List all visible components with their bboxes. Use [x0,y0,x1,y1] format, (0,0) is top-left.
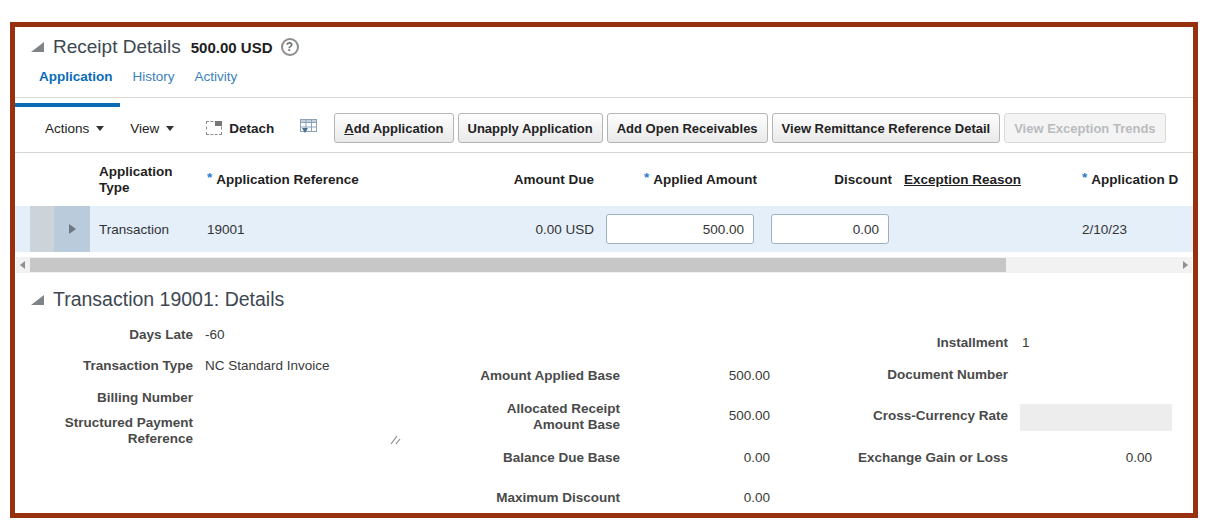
label-installment: Installment [828,335,1008,351]
applications-table: Application Type *Application Reference … [15,152,1193,252]
cell-application-date: 2/10/23 [1075,206,1193,252]
label-structured-payment-reference: Structured Payment Reference [31,415,193,447]
table-row[interactable]: Transaction 19001 0.00 USD 2/10/23 [15,206,1193,252]
cell-application-reference: 19001 [200,206,400,252]
page-title: Receipt Details [53,36,181,58]
value-exchange-gain-or-loss: 0.00 [1052,450,1152,466]
value-amount-applied-base: 500.00 [670,368,770,384]
label-exchange-gain-or-loss: Exchange Gain or Loss [828,450,1008,466]
value-days-late: -60 [205,327,225,343]
label-billing-number: Billing Number [31,390,193,406]
label-allocated-receipt-amount-base: Allocated Receipt Amount Base [460,401,620,433]
tab-history[interactable]: History [129,67,179,86]
label-document-number: Document Number [828,367,1008,383]
detach-button[interactable]: Detach [206,121,274,136]
add-application-button[interactable]: Add Application [334,113,453,143]
value-installment: 1 [1022,335,1030,351]
label-balance-due-base: Balance Due Base [460,450,620,466]
help-icon[interactable]: ? [281,38,299,56]
freeze-grid-icon[interactable] [300,119,318,138]
col-application-reference[interactable]: *Application Reference [200,153,400,206]
value-transaction-type: NC Standard Invoice [205,358,330,374]
view-exception-trends-button: View Exception Trends [1004,113,1165,143]
table-header-row: Application Type *Application Reference … [15,153,1193,206]
horizontal-scrollbar[interactable] [16,257,1192,273]
label-cross-currency-rate: Cross-Currency Rate [828,408,1008,424]
collapse-triangle-icon[interactable] [31,42,44,52]
toolbar: Actions View Detach Add Application Unap… [15,113,1193,143]
tab-activity[interactable]: Activity [191,67,242,86]
scroll-right-icon[interactable] [1183,261,1188,269]
col-application-date[interactable]: *Application D [1075,153,1193,206]
cell-exception-reason [892,206,1075,252]
label-transaction-type: Transaction Type [31,358,193,374]
receipt-details-panel: Receipt Details 500.00 USD ? Application… [10,22,1198,518]
row-expand[interactable] [54,206,90,252]
section-title: Transaction 19001: Details [53,288,284,311]
row-selector[interactable] [30,206,54,252]
applied-amount-input[interactable] [606,214,754,244]
unapply-application-button[interactable]: Unapply Application [458,113,603,143]
col-discount[interactable]: Discount [757,153,892,206]
value-allocated-receipt-amount-base: 500.00 [670,408,770,424]
cell-amount-due: 0.00 USD [400,206,600,252]
label-days-late: Days Late [31,327,193,343]
col-applied-amount[interactable]: *Applied Amount [600,153,757,206]
label-maximum-discount: Maximum Discount [460,490,620,506]
col-exception-reason[interactable]: Exception Reason [892,153,1075,206]
view-menu[interactable]: View [130,121,174,136]
transaction-details-header: Transaction 19001: Details [31,288,284,311]
tab-bar: Application History Activity [15,67,1193,98]
collapse-triangle-icon[interactable] [31,295,44,305]
scroll-left-icon[interactable] [20,261,25,269]
chevron-down-icon [96,126,104,131]
resize-handle-icon[interactable] [390,431,401,449]
chevron-down-icon [166,126,174,131]
panel-header: Receipt Details 500.00 USD ? [31,36,299,58]
cell-application-type: Transaction [90,206,200,252]
receipt-amount: 500.00 USD [191,39,273,56]
view-remittance-reference-detail-button[interactable]: View Remittance Reference Detail [772,113,1001,143]
col-amount-due[interactable]: Amount Due [400,153,600,206]
detach-icon [206,121,222,135]
discount-input[interactable] [771,214,889,244]
actions-menu[interactable]: Actions [45,121,104,136]
label-amount-applied-base: Amount Applied Base [460,368,620,384]
scrollbar-thumb[interactable] [30,258,1006,272]
tab-application[interactable]: Application [35,67,117,86]
cross-currency-rate-input [1020,404,1172,431]
value-balance-due-base: 0.00 [670,450,770,466]
value-maximum-discount: 0.00 [670,490,770,506]
add-open-receivables-button[interactable]: Add Open Receivables [607,113,768,143]
expand-icon [69,224,76,234]
col-application-type[interactable]: Application Type [90,153,200,206]
